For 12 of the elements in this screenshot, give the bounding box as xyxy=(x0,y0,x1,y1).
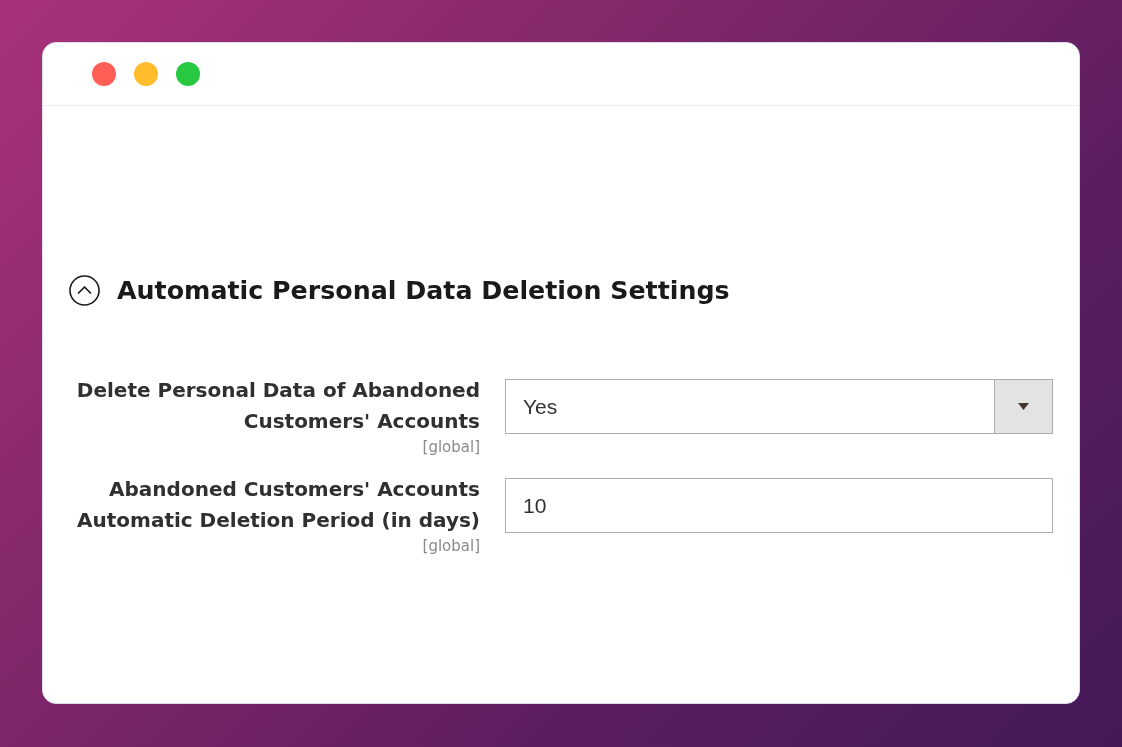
input-field[interactable]: 10 xyxy=(505,478,1053,533)
scope-label: [global] xyxy=(422,537,480,555)
dropdown-field[interactable]: Yes xyxy=(505,379,1053,434)
scope-label: [global] xyxy=(422,438,480,456)
chevron-circle-icon[interactable] xyxy=(69,274,100,306)
window-control-button[interactable] xyxy=(134,62,158,86)
field-label: Abandoned Customers' Accounts Automatic Deletion Period (in days) xyxy=(77,477,480,532)
section-title[interactable]: Automatic Personal Data Deletion Settings xyxy=(117,275,730,305)
field-label: Delete Personal Data of Abandoned Customers' Accounts xyxy=(76,378,480,433)
window-control-button[interactable] xyxy=(176,62,200,86)
caret-icon[interactable] xyxy=(994,380,1052,433)
window-control-button[interactable] xyxy=(92,62,116,86)
